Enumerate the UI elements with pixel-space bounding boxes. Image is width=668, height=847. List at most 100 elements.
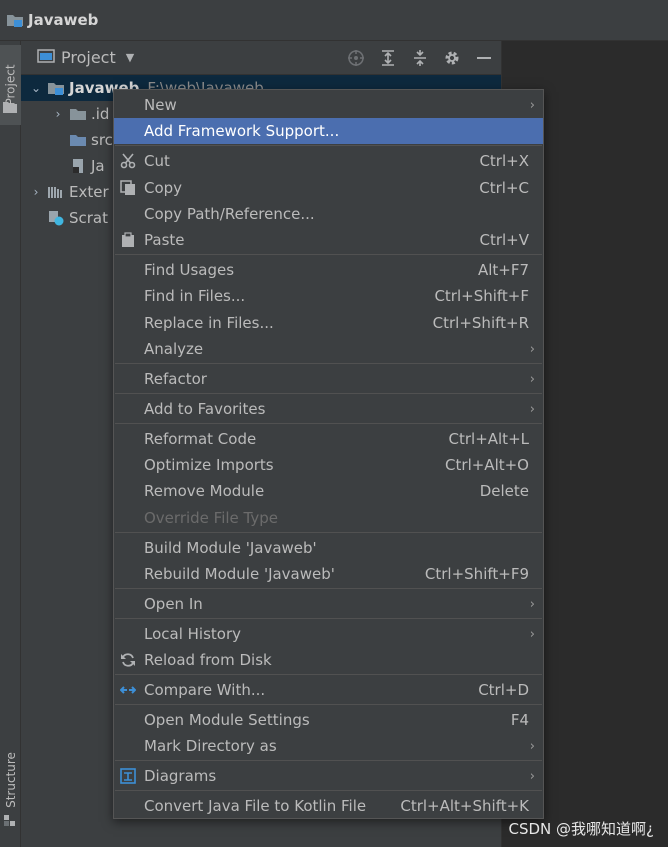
menu-item-label: Diagrams <box>144 767 217 785</box>
menu-item-label: Mark Directory as <box>144 737 277 755</box>
chevron-right-icon[interactable]: › <box>29 185 43 199</box>
menu-item-label: New <box>144 96 177 114</box>
locate-icon[interactable] <box>347 49 365 67</box>
diagram-icon <box>119 767 137 785</box>
tree-item-label: src <box>91 131 113 149</box>
menu-separator <box>115 254 542 255</box>
chevron-down-icon[interactable]: ⌄ <box>29 81 43 95</box>
menu-item-label: Remove Module <box>144 482 265 500</box>
reload-icon <box>119 651 137 669</box>
menu-item-rebuild-module[interactable]: Rebuild Module 'Javaweb' Ctrl+Shift+F9 <box>114 561 543 587</box>
menu-item-label: Paste <box>144 231 185 249</box>
menu-separator <box>115 363 542 364</box>
project-panel-header: Project ▼ <box>21 41 501 75</box>
compare-icon <box>119 681 137 699</box>
submenu-arrow-icon: › <box>529 401 535 417</box>
context-menu: New › Add Framework Support... Cut Ctrl+… <box>113 89 544 819</box>
tree-item-label: .id <box>91 105 110 123</box>
menu-item-new[interactable]: New › <box>114 92 543 118</box>
menu-item-convert-to-kotlin[interactable]: Convert Java File to Kotlin File Ctrl+Al… <box>114 793 543 819</box>
menu-separator <box>115 588 542 589</box>
menu-item-local-history[interactable]: Local History › <box>114 621 543 647</box>
collapse-all-icon[interactable] <box>411 49 429 67</box>
menu-item-find-in-files[interactable]: Find in Files... Ctrl+Shift+F <box>114 283 543 309</box>
menu-item-optimize-imports[interactable]: Optimize Imports Ctrl+Alt+O <box>114 452 543 478</box>
menu-item-refactor[interactable]: Refactor › <box>114 366 543 392</box>
menu-item-shortcut: Delete <box>479 482 529 500</box>
menu-item-add-framework-support[interactable]: Add Framework Support... <box>114 118 543 144</box>
scratch-icon <box>47 210 65 226</box>
menu-item-label: Rebuild Module 'Javaweb' <box>144 565 335 583</box>
menu-item-reformat-code[interactable]: Reformat Code Ctrl+Alt+L <box>114 426 543 452</box>
menu-item-label: Open Module Settings <box>144 711 310 729</box>
menu-item-label: Convert Java File to Kotlin File <box>144 797 367 815</box>
menu-item-remove-module[interactable]: Remove Module Delete <box>114 478 543 504</box>
menu-item-label: Analyze <box>144 340 204 358</box>
iml-file-icon <box>69 158 87 174</box>
menu-item-label: Copy <box>144 179 183 197</box>
menu-item-override-file-type: Override File Type <box>114 505 543 531</box>
submenu-arrow-icon: › <box>529 768 535 784</box>
structure-icon <box>4 813 16 826</box>
chevron-right-icon[interactable]: › <box>51 107 65 121</box>
menu-separator <box>115 674 542 675</box>
project-view-dropdown-icon[interactable]: ▼ <box>126 51 134 64</box>
project-tool-tab[interactable]: Project <box>0 45 21 125</box>
menu-separator <box>115 532 542 533</box>
menu-separator <box>115 618 542 619</box>
folder-icon <box>69 106 87 122</box>
project-tab-folder-icon <box>3 99 17 113</box>
menu-separator <box>115 145 542 146</box>
menu-item-shortcut: Ctrl+D <box>478 681 529 699</box>
submenu-arrow-icon: › <box>529 371 535 387</box>
menu-item-label: Optimize Imports <box>144 456 274 474</box>
tree-item-label: Ja <box>91 157 105 175</box>
project-panel-toolbar <box>347 41 493 75</box>
menu-item-replace-in-files[interactable]: Replace in Files... Ctrl+Shift+R <box>114 310 543 336</box>
menu-item-shortcut: Ctrl+V <box>479 231 529 249</box>
structure-tool-tab[interactable]: Structure <box>0 741 21 819</box>
menu-item-open-module-settings[interactable]: Open Module Settings F4 <box>114 707 543 733</box>
menu-item-find-usages[interactable]: Find Usages Alt+F7 <box>114 257 543 283</box>
menu-item-shortcut: Ctrl+X <box>479 152 529 170</box>
project-view-title[interactable]: Project <box>61 48 116 67</box>
scissors-icon <box>119 152 137 170</box>
menu-item-diagrams[interactable]: Diagrams › <box>114 763 543 789</box>
menu-item-label: Override File Type <box>144 509 278 527</box>
menu-item-compare-with[interactable]: Compare With... Ctrl+D <box>114 677 543 703</box>
menu-item-shortcut: Ctrl+Shift+F <box>434 287 529 305</box>
minimize-icon[interactable] <box>475 49 493 67</box>
menu-item-label: Open In <box>144 595 203 613</box>
submenu-arrow-icon: › <box>529 738 535 754</box>
watermark: CSDN @我哪知道啊¿ <box>508 820 655 838</box>
structure-tool-tab-label: Structure <box>3 752 18 808</box>
menu-item-label: Refactor <box>144 370 207 388</box>
menu-item-add-to-favorites[interactable]: Add to Favorites › <box>114 396 543 422</box>
menu-item-shortcut: Ctrl+Alt+Shift+K <box>400 797 529 815</box>
menu-item-label: Replace in Files... <box>144 314 274 332</box>
menu-item-mark-directory-as[interactable]: Mark Directory as › <box>114 733 543 759</box>
menu-item-shortcut: Ctrl+Alt+L <box>448 430 530 448</box>
menu-item-label: Find Usages <box>144 261 235 279</box>
menu-item-open-in[interactable]: Open In › <box>114 591 543 617</box>
menu-item-build-module[interactable]: Build Module 'Javaweb' <box>114 535 543 561</box>
copy-icon <box>119 179 137 197</box>
menu-item-copy[interactable]: Copy Ctrl+C <box>114 175 543 201</box>
menu-item-analyze[interactable]: Analyze › <box>114 336 543 362</box>
clipboard-icon <box>119 231 137 249</box>
menu-item-shortcut: Ctrl+Alt+O <box>445 456 529 474</box>
menu-item-label: Compare With... <box>144 681 266 699</box>
left-tool-strip: Project Structure <box>0 41 21 847</box>
menu-item-label: Reformat Code <box>144 430 257 448</box>
menu-item-copy-path[interactable]: Copy Path/Reference... <box>114 201 543 227</box>
menu-item-cut[interactable]: Cut Ctrl+X <box>114 148 543 174</box>
module-folder-icon <box>47 80 65 96</box>
expand-all-icon[interactable] <box>379 49 397 67</box>
menu-item-reload-from-disk[interactable]: Reload from Disk <box>114 647 543 673</box>
tree-item-label: Exter <box>69 183 109 201</box>
menu-item-label: Add to Favorites <box>144 400 266 418</box>
submenu-arrow-icon: › <box>529 626 535 642</box>
menu-item-paste[interactable]: Paste Ctrl+V <box>114 227 543 253</box>
submenu-arrow-icon: › <box>529 596 535 612</box>
gear-icon[interactable] <box>443 49 461 67</box>
